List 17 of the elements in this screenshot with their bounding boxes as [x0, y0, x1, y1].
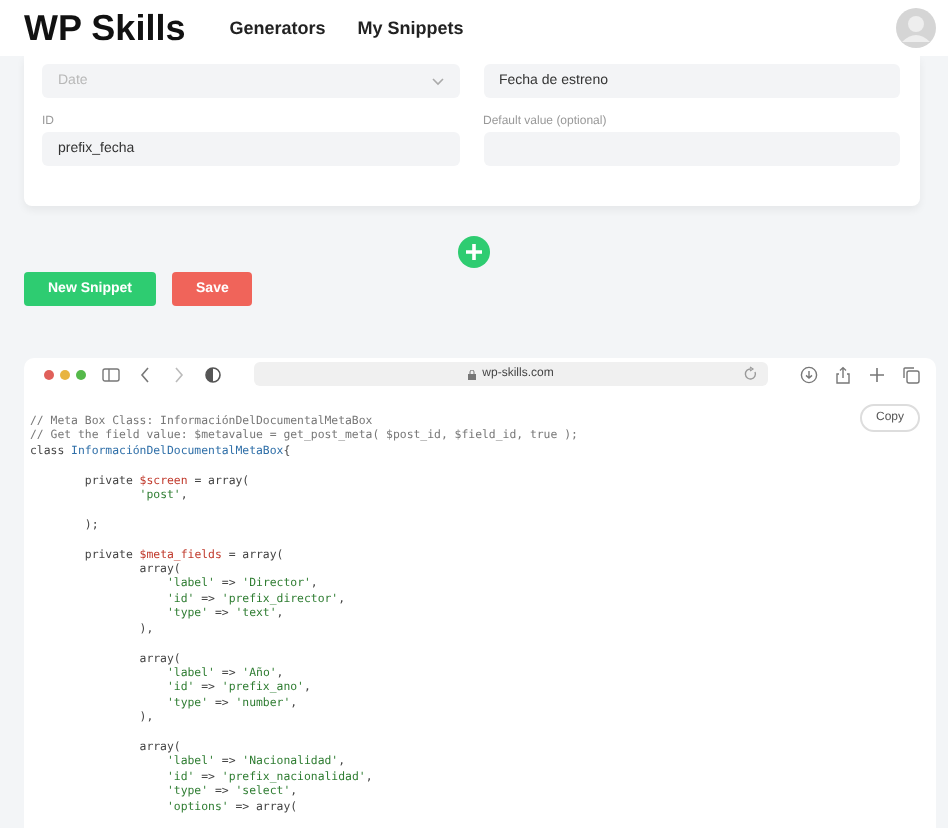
share-icon[interactable] [834, 365, 852, 383]
new-tab-icon[interactable] [868, 365, 886, 383]
lock-icon [468, 369, 477, 379]
tabs-icon[interactable] [902, 365, 920, 383]
download-icon[interactable] [800, 365, 818, 383]
sidebar-icon[interactable] [102, 365, 120, 383]
logo[interactable]: WP Skills [24, 7, 186, 49]
close-dot-icon[interactable] [44, 369, 54, 379]
add-icon[interactable] [458, 236, 490, 268]
nav-link[interactable]: My Snippets [357, 18, 464, 38]
chevron-down-icon [431, 77, 443, 85]
maximize-dot-icon[interactable] [76, 369, 86, 379]
reload-icon[interactable] [744, 366, 758, 382]
forward-icon[interactable] [170, 365, 188, 383]
back-icon[interactable] [136, 365, 154, 383]
nav-link[interactable]: Generators [229, 18, 326, 38]
minimize-dot-icon[interactable] [60, 369, 70, 379]
